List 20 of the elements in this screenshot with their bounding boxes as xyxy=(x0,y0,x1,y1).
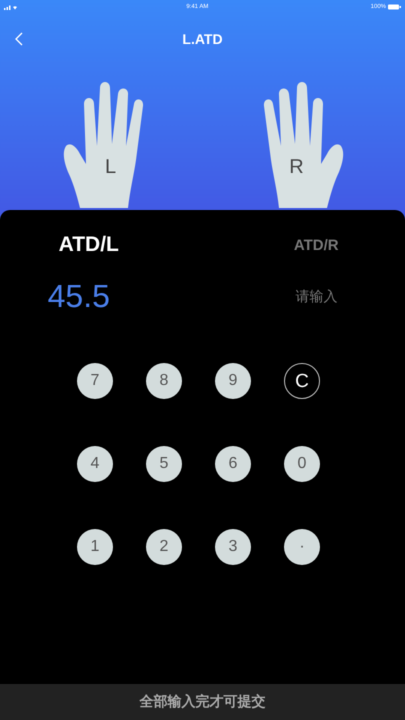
keypad-key[interactable]: 1 xyxy=(77,529,113,565)
hand-label: L xyxy=(104,156,116,179)
keypad-key[interactable]: 5 xyxy=(146,446,182,482)
hand-label: R xyxy=(289,156,304,179)
keypad-key[interactable]: 7 xyxy=(77,363,113,399)
input-field[interactable]: 45.5 xyxy=(24,276,134,316)
tab[interactable]: ATD/L xyxy=(58,232,119,258)
battery-icon xyxy=(388,4,401,10)
tab[interactable]: ATD/R xyxy=(294,232,339,258)
input-field[interactable]: 请输入 xyxy=(261,276,372,316)
keypad-key[interactable]: · xyxy=(284,529,320,565)
keypad-key[interactable]: 0 xyxy=(284,446,320,482)
clear-button[interactable]: C xyxy=(284,363,320,399)
keypad-key[interactable]: 2 xyxy=(146,529,182,565)
keypad-key[interactable]: 8 xyxy=(146,363,182,399)
keypad-key[interactable]: 9 xyxy=(215,363,251,399)
keypad-key[interactable]: 3 xyxy=(215,529,251,565)
keypad-key[interactable]: 4 xyxy=(77,446,113,482)
page-title: L.ATD xyxy=(182,31,223,47)
keypad-key[interactable]: 6 xyxy=(215,446,251,482)
